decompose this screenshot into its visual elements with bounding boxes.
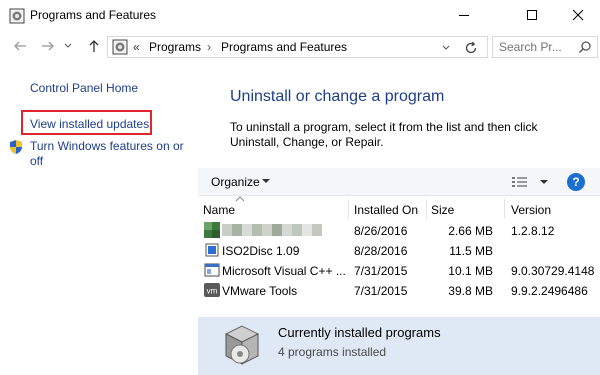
arrow-left-icon [14,41,26,51]
version-cell: 9.0.30729.4148 [511,264,595,278]
turn-windows-features-link[interactable]: Turn Windows features on or off [30,139,190,169]
installed-programs-icon [224,325,260,365]
title-bar: Programs and Features [0,0,600,32]
column-headers: Name Installed On Size Version [198,199,600,219]
maximize-icon [527,10,537,20]
window-title: Programs and Features [30,8,157,22]
recent-locations-button[interactable] [62,37,74,55]
close-icon [572,9,584,21]
address-bar[interactable]: « Programs › Programs and Features [107,36,488,58]
view-installed-updates-link[interactable]: View installed updates [21,110,152,135]
control-panel-home-link[interactable]: Control Panel Home [30,81,138,95]
page-description: To uninstall a program, select it from t… [230,120,538,149]
installed-on-cell: 8/26/2016 [354,224,408,238]
back-button[interactable] [11,37,29,55]
column-divider[interactable] [504,199,505,219]
program-list: 8/26/2016 2.66 MB 1.2.8.12 ISO2Disc 1.09… [198,220,600,300]
size-cell: 39.8 MB [448,284,493,298]
minimize-icon [459,15,469,16]
svg-text:vm: vm [207,287,218,296]
view-details-icon[interactable] [511,175,529,189]
blurred-program-name [222,224,322,236]
arrow-up-icon [89,40,99,52]
visual-cpp-icon [204,263,220,277]
program-name-cell: VMware Tools [222,284,298,298]
control-panel-icon [9,8,25,24]
navigation-bar: « Programs › Programs and Features [0,32,600,62]
search-input[interactable] [499,40,569,54]
chevron-down-icon [64,43,72,48]
breadcrumb-programs[interactable]: Programs [149,40,201,54]
column-header-size[interactable]: Size [431,203,454,217]
caret-down-icon[interactable] [261,176,271,186]
address-dropdown-button[interactable] [438,40,454,56]
installed-on-cell: 8/28/2016 [354,244,408,258]
status-title: Currently installed programs [278,325,441,340]
program-name-cell: ISO2Disc 1.09 [222,244,300,258]
column-divider[interactable] [348,199,349,219]
version-cell: 1.2.8.12 [511,224,555,238]
iso2disc-icon [205,243,219,257]
forward-button[interactable] [39,37,57,55]
details-pane: Currently installed programs 4 programs … [198,317,600,375]
search-icon [578,41,591,54]
table-row[interactable]: ISO2Disc 1.09 8/28/2016 11.5 MB [198,240,600,260]
page-title: Uninstall or change a program [230,88,445,105]
table-row[interactable]: 8/26/2016 2.66 MB 1.2.8.12 [198,220,600,240]
breadcrumb-separator[interactable]: › [207,40,211,54]
size-cell: 2.66 MB [448,224,493,238]
close-button[interactable] [555,0,600,30]
sidebar: Control Panel Home View installed update… [0,62,198,375]
column-header-name[interactable]: Name [203,203,235,217]
maximize-button[interactable] [509,0,555,30]
size-cell: 11.5 MB [449,244,493,258]
view-installed-updates-label: View installed updates [30,117,150,131]
size-cell: 10.1 MB [448,264,493,278]
breadcrumb-overflow[interactable]: « [133,40,140,54]
minimize-button[interactable] [441,0,487,30]
caret-down-icon[interactable] [539,177,549,187]
shield-icon [10,140,22,154]
up-button[interactable] [85,37,103,55]
table-row[interactable]: Microsoft Visual C++ ... 7/31/2015 10.1 … [198,260,600,280]
installed-on-cell: 7/31/2015 [354,284,408,298]
blurred-app-icon [204,222,220,238]
help-icon[interactable]: ? [567,173,585,191]
vmware-icon: vm [204,283,220,297]
chevron-down-icon [442,45,450,50]
table-row[interactable]: vm VMware Tools 7/31/2015 39.8 MB 9.9.2.… [198,280,600,300]
arrow-right-icon [42,41,54,51]
control-panel-icon [112,39,128,55]
column-divider[interactable] [426,199,427,219]
status-count: 4 programs installed [278,345,387,359]
refresh-icon [465,41,477,54]
search-box[interactable] [492,36,598,58]
column-header-installed-on[interactable]: Installed On [354,203,418,217]
version-cell: 9.9.2.2496486 [511,284,588,298]
organize-button[interactable]: Organize [211,175,260,189]
program-name-cell: Microsoft Visual C++ ... [222,264,346,278]
column-header-version[interactable]: Version [511,203,551,217]
toolbar: Organize ? [198,168,600,196]
breadcrumb-programs-and-features[interactable]: Programs and Features [221,40,347,54]
refresh-button[interactable] [462,39,480,57]
installed-on-cell: 7/31/2015 [354,264,408,278]
